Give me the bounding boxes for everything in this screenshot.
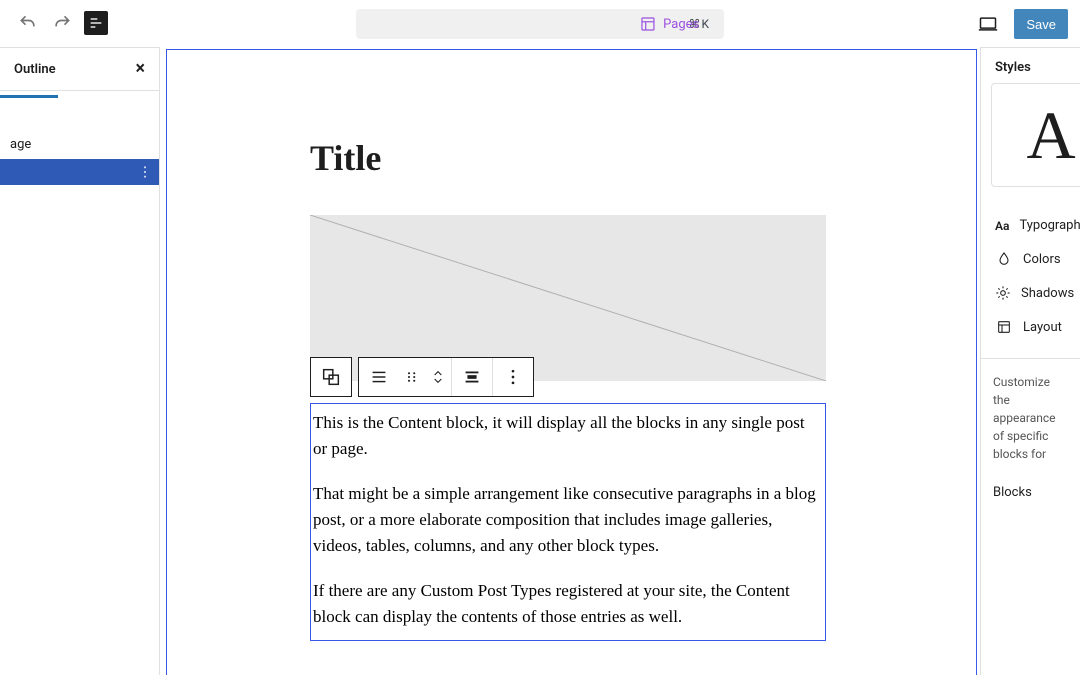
styles-panel-header: Styles [981,48,1080,83]
style-item-label: Colors [1023,252,1061,267]
main: Outline × age Title [0,47,1080,675]
page-title[interactable]: Title [310,137,850,179]
content-paragraph: This is the Content block, it will displ… [313,410,821,463]
close-icon[interactable]: × [135,60,145,78]
styles-title: Styles [995,60,1031,75]
command-bar: Pages ⌘K [356,9,724,39]
style-item-shadows[interactable]: Shadows [981,276,1080,310]
align-button[interactable] [359,358,399,396]
command-pill[interactable]: Pages ⌘K [356,9,724,39]
styles-panel: Styles A Aa Typography Colors Shadows [980,47,1080,675]
redo-button[interactable] [48,9,76,37]
tab-indicator [0,95,58,98]
outline-list: age [0,130,159,185]
more-options-button[interactable] [493,358,533,396]
preview-glyph: A [1026,96,1075,175]
style-item-colors[interactable]: Colors [981,242,1080,276]
editor-canvas[interactable]: Title [160,47,980,675]
command-label: Pages [663,17,699,32]
list-view-button[interactable] [84,11,108,35]
outline-panel: Outline × age [0,47,160,675]
sidebar-item-selected[interactable] [0,159,159,185]
content-width-button[interactable] [452,358,492,396]
layout-icon [995,319,1013,335]
topbar: Pages ⌘K Save [0,0,1080,47]
topbar-right: Save [974,9,1068,39]
more-vertical-icon[interactable] [137,164,153,180]
drop-icon [995,251,1013,267]
style-item-label: Shadows [1021,286,1074,301]
blocks-link[interactable]: Blocks [993,483,1068,503]
content-block[interactable]: This is the Content block, it will displ… [310,403,826,641]
content-paragraph: That might be a simple arrangement like … [313,481,821,560]
style-list: Aa Typography Colors Shadows Layout [981,209,1080,344]
save-button[interactable]: Save [1014,9,1068,39]
drag-handle[interactable] [399,358,425,396]
style-item-label: Typography [1019,218,1080,233]
style-item-layout[interactable]: Layout [981,310,1080,344]
device-preview-button[interactable] [974,10,1002,38]
outline-title: Outline [14,62,56,77]
toolbar-group-main [358,357,534,397]
blocks-description: Customize the appearance of specific blo… [993,373,1068,463]
blocks-section: Customize the appearance of specific blo… [981,358,1080,517]
sun-icon [995,285,1011,301]
style-item-typography[interactable]: Aa Typography [981,209,1080,242]
undo-button[interactable] [14,9,42,37]
style-item-label: Layout [1023,320,1062,335]
pages-icon [639,15,657,33]
style-preview[interactable]: A [991,83,1080,187]
typography-icon: Aa [995,219,1009,233]
content-paragraph: If there are any Custom Post Types regis… [313,578,821,631]
move-block-button[interactable] [425,358,451,396]
outline-panel-header: Outline × [0,48,159,91]
toolbar-group-block [310,357,352,397]
sidebar-item-page[interactable]: age [0,130,159,159]
block-toolbar [310,357,850,397]
block-type-button[interactable] [311,358,351,396]
document: Title [310,137,850,641]
